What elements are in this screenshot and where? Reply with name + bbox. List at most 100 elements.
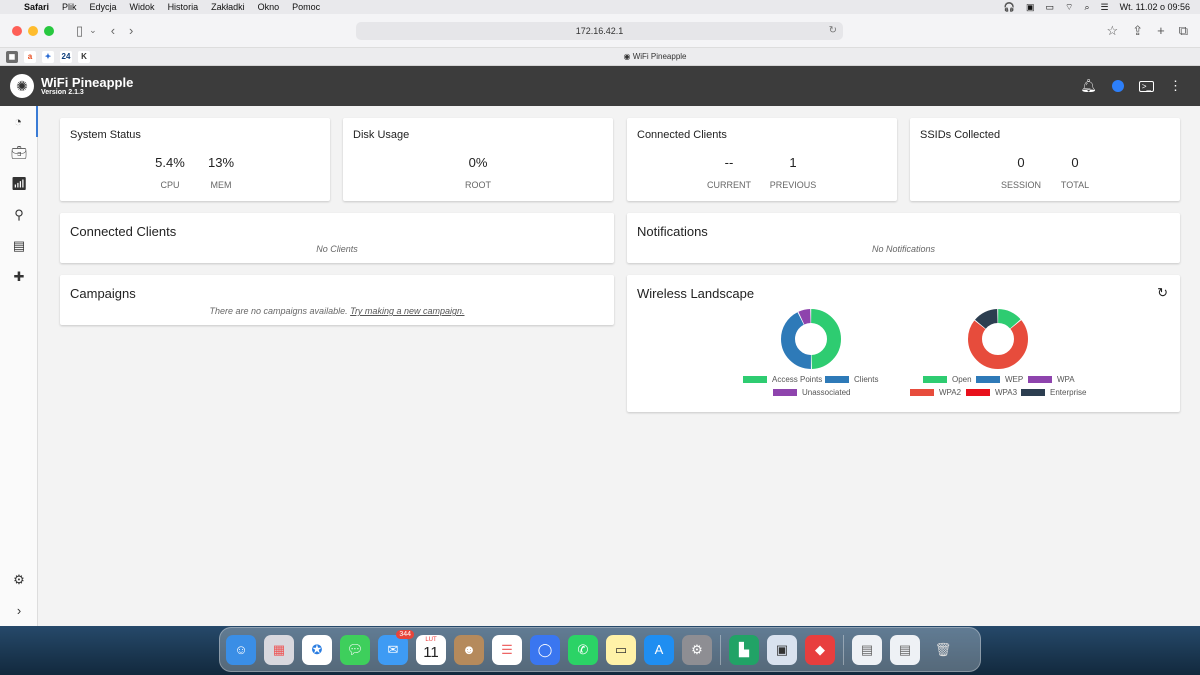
sidebar-item-settings[interactable]: ⚙ <box>0 564 38 595</box>
forward-icon[interactable]: › <box>129 23 133 38</box>
contacts-icon[interactable]: ☻ <box>454 634 484 665</box>
zoom-window-button[interactable] <box>44 25 54 36</box>
battery-icon[interactable]: ▭ <box>1046 2 1055 13</box>
reminders-icon[interactable]: ☰ <box>492 634 522 665</box>
anydesk-icon[interactable]: ◆ <box>805 634 835 665</box>
mail-icon[interactable]: ✉ 344 <box>378 629 414 665</box>
info-icon[interactable] <box>1111 80 1124 92</box>
legend-item[interactable]: Clients <box>825 375 878 384</box>
binoculars-icon: ⚲ <box>14 206 24 222</box>
signal-icon[interactable]: ◯ <box>530 634 560 665</box>
legend-swatch <box>1028 376 1052 383</box>
terminal-icon[interactable]: >_ <box>1138 80 1154 92</box>
mem-stat: 13% MEM <box>191 155 251 190</box>
aim-icon[interactable]: ▣ <box>1026 2 1035 13</box>
legend-label: WEP <box>1005 375 1024 384</box>
legend-item[interactable]: Open <box>923 375 972 384</box>
preview-icon[interactable]: ▣ <box>767 634 797 665</box>
back-icon[interactable]: ‹ <box>111 23 115 38</box>
legend-item[interactable]: WEP <box>976 375 1023 384</box>
window-thumbnail-icon[interactable]: ▤ <box>890 634 920 665</box>
menu-pomoc[interactable]: Pomoc <box>292 2 320 12</box>
menu-plik[interactable]: Plik <box>62 2 77 12</box>
new-campaign-link[interactable]: Try making a new campaign. <box>350 306 464 316</box>
dock-separator <box>720 634 721 665</box>
bookmark-24[interactable]: 24 <box>60 50 72 63</box>
control-center-icon[interactable]: ☰ <box>1101 2 1109 13</box>
dock: ☺ ▦ ✪ 💬︎ ✉ 344 LUT 11 ☻ ☰ ◯ ✆ ▭ A ⚙ ▙ ▣ ◆… <box>219 627 981 672</box>
pineapple-logo-icon: ✺ <box>10 74 34 98</box>
new-tab-icon[interactable]: + <box>1157 23 1165 39</box>
sidebar-item-wifi[interactable]: 📶︎ <box>0 168 38 199</box>
tab-overview-icon[interactable]: ⧉ <box>1179 23 1188 39</box>
legend-label: Open <box>952 375 972 384</box>
sidebar-item-logs[interactable]: ▤ <box>0 230 38 261</box>
calendar-icon[interactable]: LUT 11 <box>416 634 446 665</box>
system-settings-icon[interactable]: ⚙ <box>682 634 712 665</box>
legend-item[interactable]: WPA2 <box>910 388 961 397</box>
card-title: Connected Clients <box>637 129 727 141</box>
sidebar: ◔ 💼︎ 📶︎ ⚲ ▤ ✚ ⚙ › <box>0 106 38 626</box>
reload-icon[interactable]: ↻ <box>829 25 837 36</box>
mem-value: 13% <box>207 155 235 170</box>
legend-item[interactable]: WPA3 <box>966 388 1017 397</box>
menu-safari[interactable]: Safari <box>24 2 49 12</box>
system-status-card: System Status 5.4% CPU 13% MEM <box>60 118 330 201</box>
legend-item[interactable]: Enterprise <box>1021 388 1086 397</box>
finder-icon[interactable]: ☺ <box>226 634 256 665</box>
spotlight-icon[interactable]: ⌕ <box>1084 2 1089 13</box>
tab-favicon-icon: ◉ <box>623 52 633 61</box>
legend-swatch <box>976 376 1000 383</box>
sidebar-item-modules[interactable]: ✚ <box>0 261 38 292</box>
legend-label: WPA2 <box>939 388 962 397</box>
sidebar-expand[interactable]: › <box>0 595 38 626</box>
sidebar-toggle-icon[interactable]: ▯ <box>76 23 83 39</box>
safari-icon[interactable]: ✪ <box>302 634 332 665</box>
minimize-window-button[interactable] <box>28 25 38 36</box>
wifi-icon[interactable]: ⌔ <box>1065 2 1073 13</box>
campaigns-card: Campaigns There are no campaigns availab… <box>60 275 614 325</box>
legend-swatch <box>743 376 767 383</box>
bell-icon[interactable]: 🔔︎ <box>1080 78 1097 94</box>
whatsapp-icon[interactable]: ✆ <box>568 634 598 665</box>
menubar-clock[interactable]: Wt. 11.02 o 09:56 <box>1120 2 1190 12</box>
card-title: Disk Usage <box>353 129 410 141</box>
headphones-icon[interactable]: 🎧 <box>1004 2 1015 13</box>
gear-icon: ⚙ <box>13 571 25 587</box>
close-window-button[interactable] <box>12 25 22 36</box>
window-thumbnail-icon[interactable]: ▤ <box>852 634 882 665</box>
notes-icon[interactable]: ▭ <box>606 634 636 665</box>
share-icon[interactable]: ⇪ <box>1132 23 1143 39</box>
legend-swatch <box>1021 389 1045 396</box>
more-vert-icon[interactable]: ⋮ <box>1169 78 1182 94</box>
bookmark-a[interactable]: a <box>24 50 36 63</box>
bookmark-icon[interactable]: ✦ <box>42 50 54 63</box>
menu-historia[interactable]: Historia <box>168 2 199 12</box>
tab-title[interactable]: WiFi Pineapple <box>633 52 687 61</box>
numbers-icon[interactable]: ▙ <box>729 634 759 665</box>
total-value: 0 <box>1071 155 1079 170</box>
star-icon[interactable]: ☆ <box>1107 23 1119 39</box>
session-value: 0 <box>1017 155 1025 170</box>
card-title: System Status <box>70 129 141 141</box>
legend-item[interactable]: Unassociated <box>773 388 850 397</box>
menu-edycja[interactable]: Edycja <box>90 2 117 12</box>
legend-item[interactable]: WPA <box>1028 375 1075 384</box>
sidebar-item-campaigns[interactable]: 💼︎ <box>0 137 38 168</box>
trash-icon[interactable]: 🗑︎ <box>928 635 958 665</box>
address-bar[interactable]: 172.16.42.1 ↻ <box>356 22 843 40</box>
refresh-icon[interactable]: ↻ <box>1157 285 1168 301</box>
menu-okno[interactable]: Okno <box>258 2 280 12</box>
app-store-icon[interactable]: A <box>644 634 674 665</box>
sidebar-item-recon[interactable]: ⚲ <box>0 199 38 230</box>
menu-widok[interactable]: Widok <box>130 2 155 12</box>
bookmark-k[interactable]: K <box>78 50 90 63</box>
sidebar-item-dashboard[interactable]: ◔ <box>0 106 38 137</box>
legend-item[interactable]: Access Points <box>743 375 822 384</box>
bookmark-icon[interactable]: ◼ <box>6 50 18 63</box>
menu-zakladki[interactable]: Zakładki <box>211 2 245 12</box>
notifications-card: Notifications No Notifications <box>627 213 1180 263</box>
launchpad-icon[interactable]: ▦ <box>264 634 294 665</box>
messages-icon[interactable]: 💬︎ <box>340 634 370 665</box>
chevron-down-icon[interactable]: ⌄ <box>89 25 97 36</box>
